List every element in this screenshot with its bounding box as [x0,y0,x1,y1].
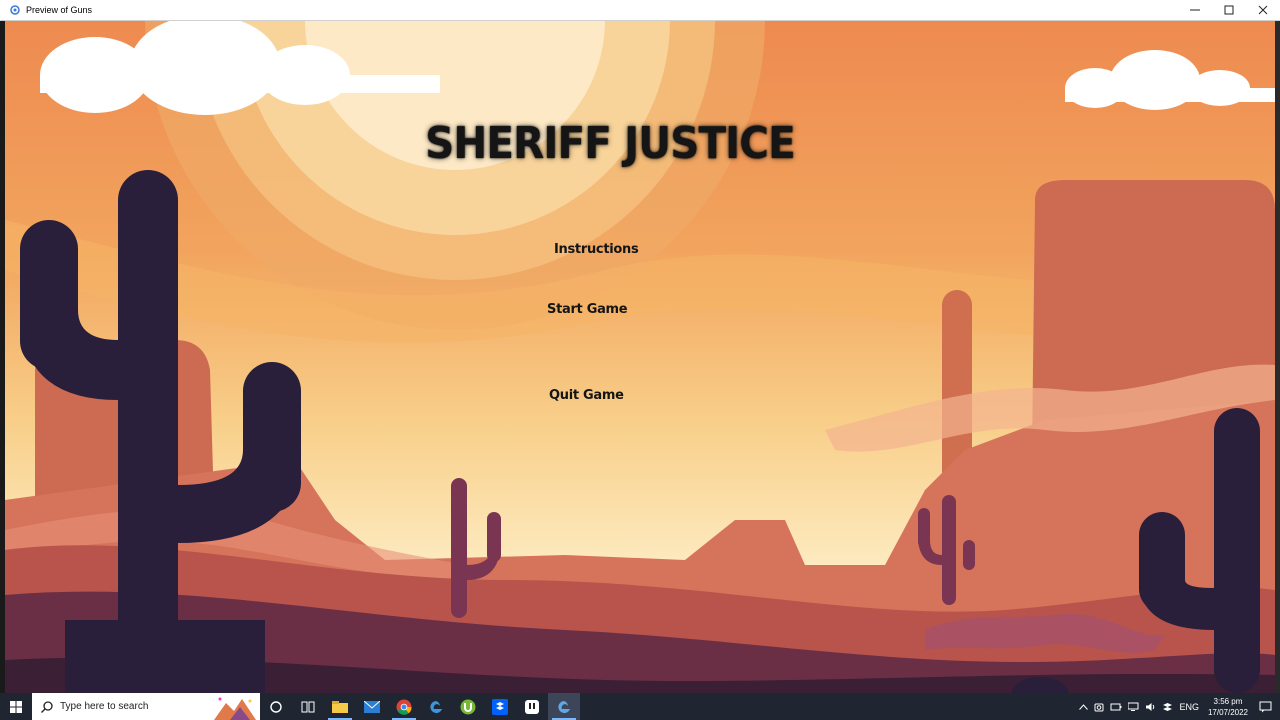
window-title: Preview of Guns [26,5,93,15]
battery-icon [1110,703,1122,710]
file-explorer-button[interactable] [324,693,356,720]
game-title: SHERIFF JUSTICE [425,118,796,169]
chrome-button[interactable] [388,693,420,720]
chevron-up-icon [1079,703,1089,710]
mail-button[interactable] [356,693,388,720]
chrome-icon [396,699,412,715]
window-title-bar: Preview of Guns [0,0,1280,21]
mail-icon [364,700,380,713]
game-preview-icon [558,700,570,713]
system-tray: ENG 3:56 pm 17/07/2022 [1076,693,1280,720]
windows-logo-icon [10,700,22,713]
task-view-button[interactable] [292,693,324,720]
edge-button[interactable] [420,693,452,720]
notification-icon [1259,701,1272,712]
start-game-button[interactable]: Start Game [547,302,628,317]
tray-battery[interactable] [1110,702,1122,712]
language-indicator[interactable]: ENG [1179,702,1199,712]
search-highlight-art [214,697,256,720]
window-edge-right [1275,20,1280,693]
taskbar: Type here to search ENG 3:56 pm 17/07/20… [0,693,1280,720]
instructions-button[interactable]: Instructions [554,242,639,257]
dropbox-button[interactable] [484,693,516,720]
app-button[interactable] [516,693,548,720]
clock-time: 3:56 pm [1213,696,1243,706]
tray-network[interactable] [1128,702,1139,712]
maximize-icon [1224,5,1234,15]
close-button[interactable] [1246,0,1280,20]
cortana-button[interactable] [260,693,292,720]
maximize-button[interactable] [1212,0,1246,20]
notification-center-button[interactable] [1259,701,1272,713]
utorrent-button[interactable] [452,693,484,720]
search-icon [41,700,53,713]
volume-icon [1146,702,1155,711]
app-icon [525,699,539,714]
quit-game-button[interactable]: Quit Game [549,388,624,403]
cortana-icon [270,700,282,713]
dropbox-icon [492,698,508,715]
game-viewport[interactable]: SHERIFF JUSTICE Instructions Start Game … [5,20,1275,693]
app-icon [10,5,20,15]
edge-icon [430,700,442,713]
close-icon [1258,5,1268,15]
game-preview-button[interactable] [548,693,580,720]
tray-overflow-button[interactable] [1079,703,1089,710]
camera-icon [1094,703,1104,711]
minimize-button[interactable] [1178,0,1212,20]
file-explorer-icon [332,700,348,713]
tray-dropbox[interactable] [1162,702,1173,712]
search-placeholder: Type here to search [60,701,149,712]
clock-date: 17/07/2022 [1207,707,1248,717]
taskbar-clock[interactable]: 3:56 pm 17/07/2022 [1208,696,1248,718]
start-button[interactable] [0,693,32,720]
task-view-icon [301,701,315,712]
tray-camera[interactable] [1094,702,1104,712]
utorrent-icon [460,699,476,714]
tray-volume[interactable] [1145,702,1156,712]
dropbox-tray-icon [1163,702,1173,711]
minimize-icon [1190,9,1200,11]
taskbar-search[interactable]: Type here to search [32,693,260,720]
network-icon [1128,702,1139,711]
